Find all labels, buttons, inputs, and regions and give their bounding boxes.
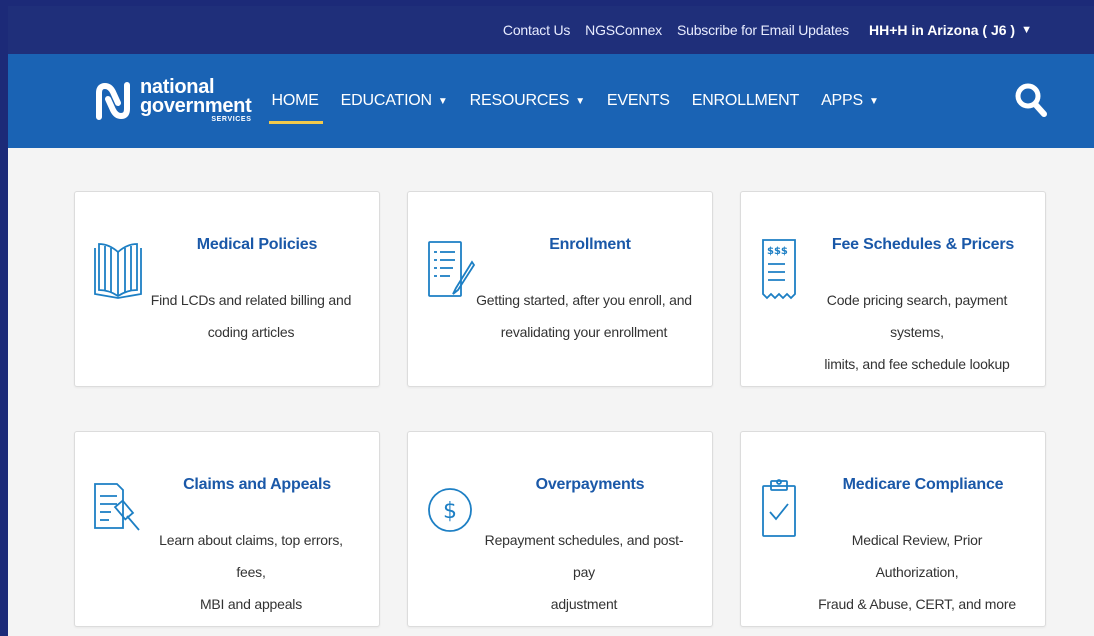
chevron-down-icon: ▼ bbox=[1021, 24, 1032, 36]
svg-text:$$$: $$$ bbox=[767, 246, 788, 257]
logo-line3: SERVICES bbox=[211, 116, 252, 123]
ngs-logo[interactable]: national government SERVICES bbox=[94, 77, 252, 124]
card-desc-line: adjustment bbox=[550, 596, 618, 612]
utility-bar: Contact Us NGSConnex Subscribe for Email… bbox=[8, 6, 1094, 54]
nav-events-label: EVENTS bbox=[606, 92, 670, 109]
card-description: Learn about claims, top errors, fees, MB… bbox=[143, 524, 359, 620]
nav-education[interactable]: EDUCATION ▼ bbox=[341, 54, 448, 148]
nav-events[interactable]: EVENTS bbox=[607, 54, 670, 148]
nav-enrollment-label: ENROLLMENT bbox=[691, 92, 800, 109]
chevron-down-icon: ▼ bbox=[868, 95, 879, 107]
card-enrollment[interactable]: Enrollment Getting started, after you en… bbox=[407, 191, 713, 387]
card-description: Getting started, after you enroll, and r… bbox=[476, 284, 692, 348]
ngs-logo-icon bbox=[96, 82, 130, 120]
nav-education-label: EDUCATION bbox=[340, 92, 432, 109]
card-desc-line: coding articles bbox=[207, 324, 295, 340]
card-desc-line: Getting started, after you enroll, and bbox=[476, 292, 692, 308]
card-title: Enrollment bbox=[549, 236, 631, 253]
card-fee-schedules[interactable]: $$$ Fee Schedules & Pricers Code pricing… bbox=[740, 191, 1046, 387]
nav-apps-label: APPS bbox=[821, 92, 863, 109]
card-description: Code pricing search, payment systems, li… bbox=[809, 284, 1025, 380]
card-desc-line: Repayment schedules, and post-pay bbox=[484, 532, 684, 580]
card-desc-line: Medical Review, Prior Authorization, bbox=[851, 532, 983, 580]
card-description: Medical Review, Prior Authorization, Fra… bbox=[809, 524, 1025, 620]
nav-home[interactable]: HOME bbox=[269, 54, 323, 148]
ngsconnex-link[interactable]: NGSConnex bbox=[585, 22, 662, 38]
nav-resources[interactable]: RESOURCES ▼ bbox=[470, 54, 585, 148]
region-label: HH+H in Arizona ( J6 ) bbox=[868, 22, 1016, 38]
card-title: Overpayments bbox=[535, 476, 645, 493]
nav-apps[interactable]: APPS ▼ bbox=[821, 54, 879, 148]
card-title: Medicare Compliance bbox=[842, 476, 1004, 493]
subscribe-email-link[interactable]: Subscribe for Email Updates bbox=[677, 22, 849, 38]
card-title: Medical Policies bbox=[196, 236, 318, 253]
main-nav: national government SERVICES HOME EDUCAT… bbox=[8, 54, 1094, 148]
card-medicare-compliance[interactable]: Medicare Compliance Medical Review, Prio… bbox=[740, 431, 1046, 627]
card-desc-line: Learn about claims, top errors, fees, bbox=[159, 532, 343, 580]
region-selector[interactable]: HH+H in Arizona ( J6 ) ▼ bbox=[869, 22, 1032, 38]
search-icon[interactable] bbox=[1014, 82, 1048, 118]
logo-line2: government bbox=[140, 95, 252, 117]
page: Contact Us NGSConnex Subscribe for Email… bbox=[8, 6, 1094, 636]
nav-resources-label: RESOURCES bbox=[469, 92, 570, 109]
card-desc-line: MBI and appeals bbox=[199, 596, 303, 612]
card-desc-line: Code pricing search, payment systems, bbox=[826, 292, 1008, 340]
card-claims-appeals[interactable]: Claims and Appeals Learn about claims, t… bbox=[74, 431, 380, 627]
chevron-down-icon: ▼ bbox=[575, 95, 585, 107]
card-medical-policies[interactable]: Medical Policies Find LCDs and related b… bbox=[74, 191, 380, 387]
card-grid: Medical Policies Find LCDs and related b… bbox=[74, 191, 1046, 627]
card-title: Claims and Appeals bbox=[183, 476, 331, 493]
card-description: Repayment schedules, and post-pay adjust… bbox=[476, 524, 692, 620]
card-overpayments[interactable]: $ Overpayments Repayment schedules, and … bbox=[407, 431, 713, 627]
nav-menu: HOME EDUCATION ▼ RESOURCES ▼ EVENTS ENRO… bbox=[269, 54, 900, 148]
card-desc-line: Fraud & Abuse, CERT, and more bbox=[818, 596, 1016, 612]
logo-wordmark: national government SERVICES bbox=[140, 77, 252, 124]
nav-enrollment[interactable]: ENROLLMENT bbox=[691, 54, 800, 148]
svg-text:$: $ bbox=[443, 499, 457, 524]
nav-home-label: HOME bbox=[271, 92, 319, 109]
card-title: Fee Schedules & Pricers bbox=[831, 236, 1015, 253]
chevron-down-icon: ▼ bbox=[437, 95, 448, 107]
card-description: Find LCDs and related billing and coding… bbox=[143, 284, 359, 348]
card-desc-line: limits, and fee schedule lookup bbox=[824, 356, 1010, 372]
card-desc-line: revalidating your enrollment bbox=[500, 324, 668, 340]
contact-us-link[interactable]: Contact Us bbox=[503, 22, 570, 38]
card-desc-line: Find LCDs and related billing and bbox=[150, 292, 352, 308]
